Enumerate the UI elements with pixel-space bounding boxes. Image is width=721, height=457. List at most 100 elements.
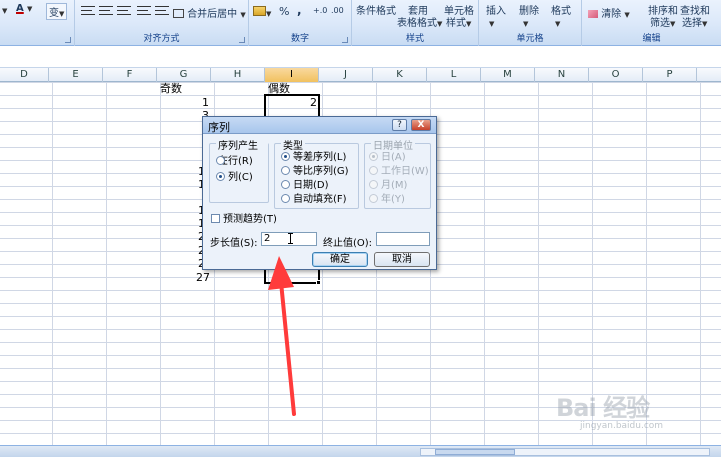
year-label: 年(Y): [381, 194, 405, 205]
rows-option[interactable]: 行(R): [216, 156, 253, 168]
chevron-down-icon[interactable]: ▼: [555, 18, 560, 29]
format-table-button[interactable]: 表格格式▼: [397, 14, 442, 29]
find-select-label: 选择: [682, 18, 702, 29]
year-option[interactable]: 年(Y): [369, 194, 405, 206]
radio-icon: [369, 194, 378, 203]
phonetic-label: 变: [49, 8, 59, 19]
cell-styles-button[interactable]: 样式▼: [446, 14, 471, 29]
trend-checkbox[interactable]: 预测趋势(T): [211, 214, 277, 226]
horizontal-scrollbar[interactable]: [420, 448, 710, 456]
clear-label: 清除: [601, 9, 622, 20]
sort-filter-label: 筛选: [650, 18, 670, 29]
radio-icon: [369, 180, 378, 189]
column-header-g[interactable]: G: [157, 68, 211, 82]
cells-group-label: 单元格: [516, 34, 544, 44]
watermark-url: jingyan.baidu.com: [580, 421, 664, 431]
date-option[interactable]: 日期(D): [281, 180, 329, 192]
autofill-option[interactable]: 自动填充(F): [281, 194, 347, 206]
series-in-group: 序列产生在 行(R) 列(C): [209, 137, 269, 203]
column-header-k[interactable]: K: [373, 68, 427, 82]
column-header-m[interactable]: M: [481, 68, 535, 82]
font-dropdown-arrow[interactable]: ▼: [2, 5, 7, 16]
sort-filter-button[interactable]: 筛选▼: [650, 14, 675, 29]
linear-label: 等差序列(L): [293, 152, 347, 163]
chevron-down-icon: ▼: [266, 10, 272, 18]
chevron-down-icon: ▼: [670, 20, 676, 28]
column-header-o[interactable]: O: [589, 68, 643, 82]
cell-g-value[interactable]: 1: [202, 96, 209, 109]
chevron-down-icon: ▼: [466, 20, 472, 28]
radio-selected-icon: [281, 152, 290, 161]
day-option[interactable]: 日(A): [369, 152, 406, 164]
chevron-down-icon: ▼: [702, 20, 708, 28]
text-cursor-icon: [288, 233, 296, 244]
delete-button[interactable]: 删除: [519, 2, 539, 17]
accounting-format-button[interactable]: ▼: [253, 6, 271, 19]
ok-button[interactable]: 确定: [312, 252, 368, 267]
chevron-down-icon: ▼: [240, 11, 246, 19]
cancel-button[interactable]: 取消: [374, 252, 430, 267]
month-option[interactable]: 月(M): [369, 180, 407, 192]
align-right-icon[interactable]: [117, 6, 131, 15]
styles-group: 条件格式 套用 表格格式▼ 单元格 样式▼ 样式: [352, 0, 479, 46]
cell-odd-header[interactable]: 奇数: [160, 82, 182, 95]
merge-center-button[interactable]: 合并后居中 ▼: [173, 5, 246, 20]
column-header-row: D E F G H I J K L M N O P: [0, 68, 721, 82]
type-legend: 类型: [281, 137, 305, 152]
dialog-launcher-icon[interactable]: [239, 37, 245, 43]
cell-g-value[interactable]: 27: [196, 271, 210, 284]
column-header-e[interactable]: E: [49, 68, 103, 82]
radio-icon: [216, 156, 225, 165]
chevron-down-icon[interactable]: ▼: [523, 18, 528, 29]
column-header-j[interactable]: J: [319, 68, 373, 82]
increase-indent-icon[interactable]: [155, 6, 169, 15]
clear-button[interactable]: 清除 ▼: [588, 5, 630, 20]
column-header-h[interactable]: H: [211, 68, 265, 82]
radio-icon: [369, 166, 378, 175]
dialog-launcher-icon[interactable]: [65, 37, 71, 43]
decrease-indent-icon[interactable]: [137, 6, 151, 15]
comma-button[interactable]: ,: [297, 3, 302, 17]
insert-button[interactable]: 插入: [486, 2, 506, 17]
columns-option[interactable]: 列(C): [216, 172, 253, 184]
scrollbar-thumb[interactable]: [435, 449, 515, 455]
column-header-f[interactable]: F: [103, 68, 157, 82]
column-header-p[interactable]: P: [643, 68, 697, 82]
cells-group: 插入 删除 格式 ▼ ▼ ▼ 单元格: [479, 0, 582, 46]
decrease-decimal-button[interactable]: .00: [331, 6, 344, 15]
align-center-icon[interactable]: [99, 6, 113, 15]
dialog-launcher-icon[interactable]: [342, 37, 348, 43]
percent-button[interactable]: %: [279, 5, 289, 18]
linear-option[interactable]: 等差序列(L): [281, 152, 346, 164]
chevron-down-icon: ▼: [26, 5, 33, 13]
radio-icon: [281, 194, 290, 203]
phonetic-button[interactable]: 变▼: [46, 3, 68, 20]
growth-option[interactable]: 等比序列(G): [281, 166, 349, 178]
chevron-down-icon[interactable]: ▼: [489, 18, 494, 29]
close-button[interactable]: X: [411, 119, 431, 131]
weekday-option[interactable]: 工作日(W): [369, 166, 429, 178]
checkbox-icon: [211, 214, 220, 223]
editing-group-label: 编辑: [642, 34, 661, 44]
fill-handle[interactable]: [316, 280, 321, 285]
align-left-icon[interactable]: [81, 6, 95, 15]
column-header-l[interactable]: L: [427, 68, 481, 82]
find-select-button[interactable]: 选择▼: [682, 14, 707, 29]
editing-group: 清除 ▼ 排序和 筛选▼ 查找和 选择▼ 编辑: [582, 0, 721, 46]
column-header-d[interactable]: D: [0, 68, 49, 82]
column-header-i[interactable]: I: [265, 68, 319, 82]
alignment-group: 合并后居中 ▼ 对齐方式: [75, 0, 249, 46]
column-header-n[interactable]: N: [535, 68, 589, 82]
increase-decimal-button[interactable]: +.0: [313, 6, 327, 15]
font-color-button[interactable]: A ▼: [16, 3, 32, 14]
conditional-format-button[interactable]: 条件格式: [356, 2, 396, 17]
radio-selected-icon: [216, 172, 225, 181]
autofill-label: 自动填充(F): [293, 194, 347, 205]
currency-icon: [253, 6, 266, 16]
radio-selected-icon: [369, 152, 378, 161]
stop-value-input[interactable]: [376, 232, 430, 246]
number-group: ▼ % , +.0 .00 数字: [249, 0, 352, 46]
format-button[interactable]: 格式: [551, 2, 571, 17]
dialog-titlebar[interactable]: 序列 ? X: [203, 117, 436, 134]
help-button[interactable]: ?: [392, 119, 407, 131]
